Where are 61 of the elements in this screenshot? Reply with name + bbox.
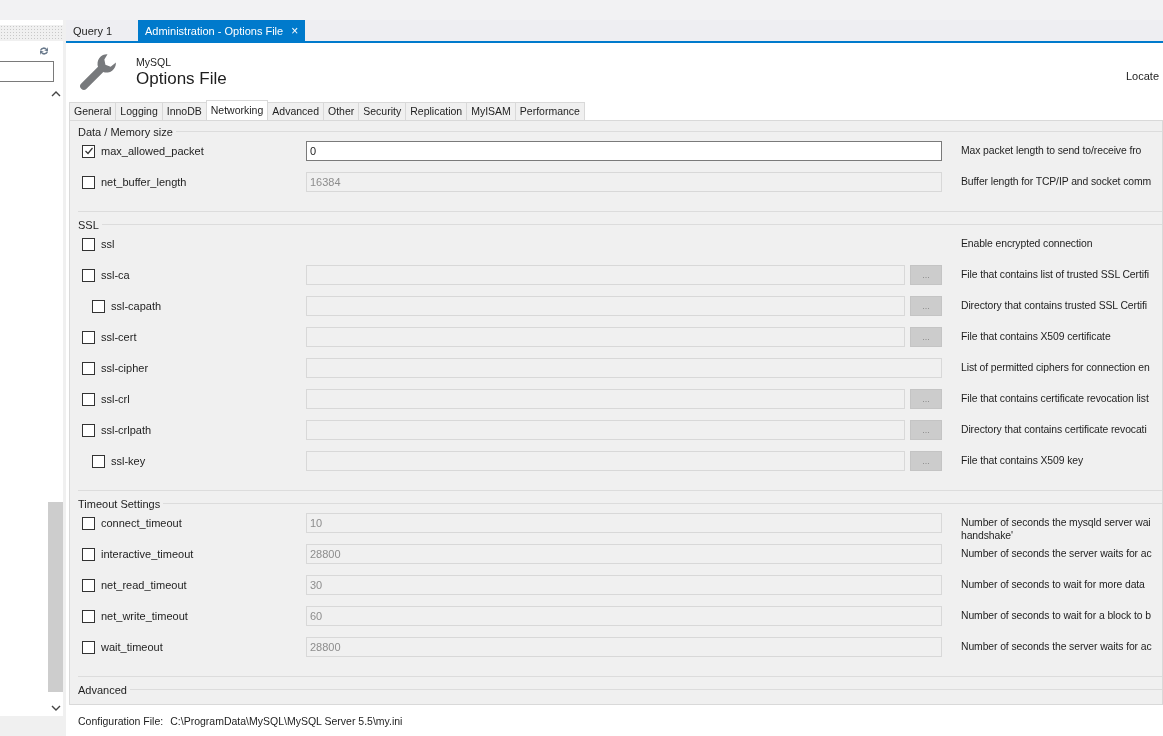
option-name: ssl-crlpath [101,424,152,436]
option-name: connect_timeout [101,517,182,529]
refresh-icon[interactable] [39,46,49,56]
tab-label: Query 1 [73,24,113,37]
scrollbar-thumb[interactable] [48,502,63,692]
option-name: net_read_timeout [101,579,187,591]
options-tab[interactable]: Other [323,102,360,120]
group-title: Timeout Settings [78,497,161,510]
option-description: Number of seconds to wait for more data [961,578,1145,591]
options-tab[interactable]: InnoDB [161,102,207,120]
scroll-down-icon[interactable] [50,704,61,712]
option-name: ssl-key [111,455,146,467]
option-name: ssl-cert [101,331,137,343]
option-description: Directory that contains trusted SSL Certifi [961,299,1147,312]
close-icon[interactable]: × [291,23,299,38]
option-description: Number of seconds the server waits for ac [961,640,1152,653]
value-field[interactable]: 0 [306,141,942,161]
option-name: net_buffer_length [101,176,187,188]
option-description: Number of seconds the server waits for ac [961,547,1152,560]
option-description: Enable encrypted connection [961,237,1093,250]
option-description: Number of seconds to wait for a block to b [961,609,1151,622]
locate-link[interactable]: Locate [1125,70,1159,82]
option-description: Number of seconds the mysqld server wai handshake' [961,516,1151,542]
option-description: List of permitted ciphers for connection en [961,361,1150,374]
checkbox[interactable] [82,237,95,251]
filter-field[interactable] [0,61,54,82]
group-title: Advanced [78,683,127,696]
options-tab[interactable]: Replication [405,102,468,120]
option-description: File that contains list of trusted SSL Certifi [961,268,1149,281]
option-name: ssl [101,238,115,250]
options-tab[interactable]: General [69,102,117,120]
option-description: Max packet length to send to/receive fro [961,144,1142,157]
document-tab[interactable]: Administration - Options File × [138,20,306,41]
product-label: MySQL [136,55,172,68]
option-name: wait_timeout [101,641,163,653]
option-name: interactive_timeout [101,548,194,560]
option-description: Directory that contains certificate revocati [961,423,1147,436]
option-name: ssl-cipher [101,362,149,374]
options-tab[interactable]: Advanced [267,102,324,120]
option-name: ssl-capath [111,300,162,312]
group-title: SSL [78,218,99,231]
document-tab[interactable]: Query 1 [66,20,138,41]
config-file-label: Configuration File: [78,714,164,727]
group-title: Data / Memory size [78,125,173,138]
tab-label: Administration - Options File [145,24,284,37]
option-description: Buffer length for TCP/IP and socket comm [961,175,1152,188]
option-name: ssl-crl [101,393,130,405]
scroll-up-icon[interactable] [50,90,61,98]
options-tab[interactable]: MyISAM [466,102,516,120]
config-file-path: C:\ProgramData\MySQL\MySQL Server 5.5\my.ini [170,714,403,727]
options-tab[interactable]: Logging [115,102,163,120]
option-name: max_allowed_packet [101,145,204,157]
checkbox[interactable] [82,144,95,158]
option-name: net_write_timeout [101,610,188,622]
option-description: File that contains certificate revocation list [961,392,1149,405]
option-description: File that contains X509 certificate [961,330,1111,343]
options-tab[interactable]: Performance [514,102,585,120]
options-tab[interactable]: Security [358,102,407,120]
option-description: File that contains X509 key [961,454,1084,467]
option-name: ssl-ca [101,269,130,281]
page-title: Options File [136,68,227,89]
